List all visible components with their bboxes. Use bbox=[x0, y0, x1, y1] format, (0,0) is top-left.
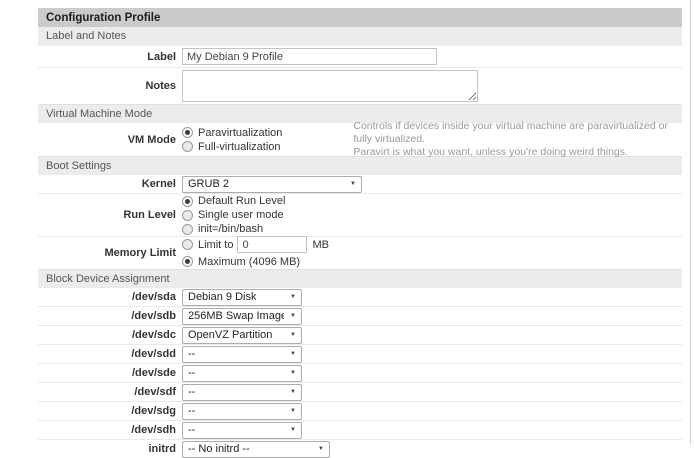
device-label: /dev/sdb bbox=[38, 310, 182, 322]
radio-icon bbox=[182, 210, 193, 221]
notes-textarea[interactable] bbox=[182, 70, 478, 102]
device-select-sdh[interactable]: -- ▼ bbox=[182, 422, 302, 439]
device-label: /dev/sdf bbox=[38, 386, 182, 398]
dropdown-arrow-icon: ▼ bbox=[284, 408, 296, 414]
device-label: /dev/sdc bbox=[38, 329, 182, 341]
radio-default-run-level[interactable]: Default Run Level bbox=[182, 194, 285, 208]
vm-mode-help-text: Controls if devices inside your virtual … bbox=[353, 120, 682, 159]
label-row: Label bbox=[38, 45, 682, 67]
dropdown-arrow-icon: ▼ bbox=[284, 332, 296, 338]
device-select-sdd[interactable]: -- ▼ bbox=[182, 346, 302, 363]
device-row-sdc: /dev/sdc OpenVZ Partition ▼ bbox=[38, 325, 682, 344]
dropdown-arrow-icon: ▼ bbox=[344, 181, 356, 187]
run-level-label: Run Level bbox=[38, 209, 182, 221]
radio-limit-to[interactable]: Limit to bbox=[182, 238, 233, 252]
radio-init-bin-bash[interactable]: init=/bin/bash bbox=[182, 222, 285, 236]
kernel-row: Kernel GRUB 2 ▼ bbox=[38, 174, 682, 193]
dropdown-arrow-icon: ▼ bbox=[284, 351, 296, 357]
section-header-block-device-assignment: Block Device Assignment bbox=[38, 269, 682, 287]
radio-icon bbox=[182, 239, 193, 250]
device-select-sdc[interactable]: OpenVZ Partition ▼ bbox=[182, 327, 302, 344]
vm-mode-label: VM Mode bbox=[38, 134, 182, 146]
section-header-label-and-notes: Label and Notes bbox=[38, 27, 682, 45]
device-row-sdh: /dev/sdh -- ▼ bbox=[38, 420, 682, 439]
device-row-sda: /dev/sda Debian 9 Disk ▼ bbox=[38, 287, 682, 306]
dropdown-arrow-icon: ▼ bbox=[284, 313, 296, 319]
dropdown-arrow-icon: ▼ bbox=[284, 294, 296, 300]
radio-maximum-memory[interactable]: Maximum (4096 MB) bbox=[182, 255, 300, 269]
device-label: /dev/sdd bbox=[38, 348, 182, 360]
initrd-select[interactable]: -- No initrd -- ▼ bbox=[182, 441, 330, 458]
device-row-sdb: /dev/sdb 256MB Swap Image ▼ bbox=[38, 306, 682, 325]
kernel-label: Kernel bbox=[38, 178, 182, 190]
label-input[interactable] bbox=[182, 48, 437, 65]
page-title: Configuration Profile bbox=[38, 8, 682, 27]
kernel-select[interactable]: GRUB 2 ▼ bbox=[182, 176, 362, 193]
dropdown-arrow-icon: ▼ bbox=[284, 389, 296, 395]
dropdown-arrow-icon: ▼ bbox=[312, 446, 324, 452]
device-label: /dev/sda bbox=[38, 291, 182, 303]
device-row-sdg: /dev/sdg -- ▼ bbox=[38, 401, 682, 420]
device-label: /dev/sde bbox=[38, 367, 182, 379]
memory-limit-unit: MB bbox=[312, 239, 329, 251]
panel-right-border bbox=[690, 0, 691, 444]
memory-limit-row: Memory Limit Limit to MB Maximum (4096 M… bbox=[38, 236, 682, 269]
dropdown-arrow-icon: ▼ bbox=[284, 427, 296, 433]
notes-field-label: Notes bbox=[38, 80, 182, 92]
memory-limit-input[interactable] bbox=[237, 236, 307, 253]
radio-paravirtualization[interactable]: Paravirtualization bbox=[182, 126, 353, 140]
device-select-sda[interactable]: Debian 9 Disk ▼ bbox=[182, 289, 302, 306]
device-label: /dev/sdh bbox=[38, 424, 182, 436]
device-select-sdg[interactable]: -- ▼ bbox=[182, 403, 302, 420]
device-row-sde: /dev/sde -- ▼ bbox=[38, 363, 682, 382]
notes-row: Notes bbox=[38, 67, 682, 104]
radio-icon bbox=[182, 127, 193, 138]
device-select-sdf[interactable]: -- ▼ bbox=[182, 384, 302, 401]
vm-mode-row: VM Mode Paravirtualization Full-virtuali… bbox=[38, 122, 682, 156]
device-label: /dev/sdg bbox=[38, 405, 182, 417]
radio-icon bbox=[182, 141, 193, 152]
device-row-sdd: /dev/sdd -- ▼ bbox=[38, 344, 682, 363]
dropdown-arrow-icon: ▼ bbox=[284, 370, 296, 376]
label-field-label: Label bbox=[38, 51, 182, 63]
radio-icon bbox=[182, 224, 193, 235]
radio-icon bbox=[182, 196, 193, 207]
initrd-row: initrd -- No initrd -- ▼ bbox=[38, 439, 682, 458]
radio-full-virtualization[interactable]: Full-virtualization bbox=[182, 140, 353, 154]
memory-limit-label: Memory Limit bbox=[38, 247, 182, 259]
radio-single-user-mode[interactable]: Single user mode bbox=[182, 208, 285, 222]
configuration-profile-panel: Configuration Profile Label and Notes La… bbox=[38, 8, 682, 458]
device-select-sdb[interactable]: 256MB Swap Image ▼ bbox=[182, 308, 302, 325]
radio-icon bbox=[182, 256, 193, 267]
device-select-sde[interactable]: -- ▼ bbox=[182, 365, 302, 382]
device-row-sdf: /dev/sdf -- ▼ bbox=[38, 382, 682, 401]
run-level-row: Run Level Default Run Level Single user … bbox=[38, 193, 682, 236]
initrd-label: initrd bbox=[38, 443, 182, 455]
